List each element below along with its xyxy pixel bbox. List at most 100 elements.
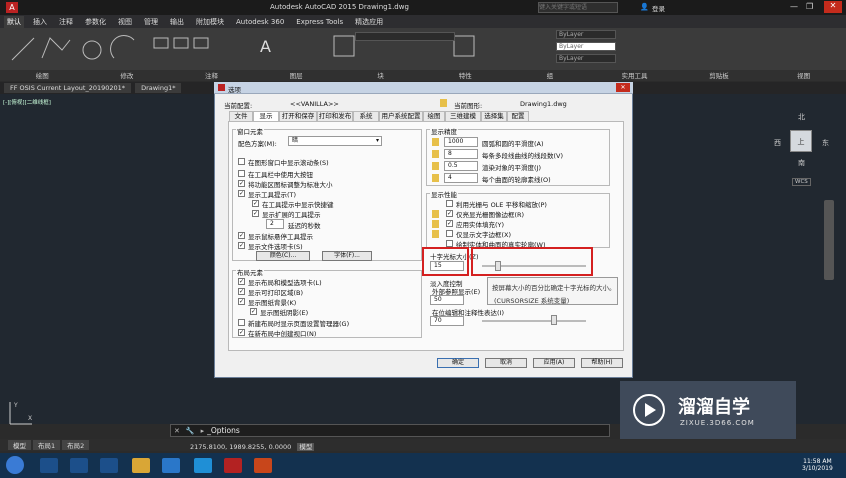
viewcube-north[interactable]: 北 bbox=[798, 112, 805, 122]
ribbon-tab[interactable]: 精选应用 bbox=[352, 16, 386, 28]
panel-title-layers[interactable]: 图层 bbox=[254, 70, 339, 81]
panel-title-clipboard[interactable]: 剪贴板 bbox=[677, 70, 762, 81]
command-line[interactable]: ✕ 🔧 ▸ _Options bbox=[170, 424, 610, 437]
sticky-notes-icon[interactable] bbox=[100, 458, 118, 473]
checkbox[interactable]: ✓ bbox=[238, 190, 245, 197]
dialog-title-bar[interactable]: 选项 ✕ bbox=[214, 82, 633, 94]
ribbon-tab[interactable]: 输出 bbox=[167, 16, 187, 28]
tab-profiles[interactable]: 配置 bbox=[507, 111, 529, 121]
viewcube-west[interactable]: 西 bbox=[774, 138, 781, 148]
ribbon-tab[interactable]: 附加模块 bbox=[193, 16, 227, 28]
tab-selection[interactable]: 选择集 bbox=[481, 111, 507, 121]
clock[interactable]: 11:58 AM 3/10/2019 bbox=[802, 458, 833, 472]
panel-title-view[interactable]: 视图 bbox=[761, 70, 846, 81]
firefox-icon[interactable] bbox=[70, 458, 88, 473]
viewcube-south[interactable]: 南 bbox=[798, 158, 805, 168]
dialog-close-icon[interactable]: ✕ bbox=[616, 83, 630, 92]
panel-title-modify[interactable]: 修改 bbox=[85, 70, 170, 81]
ribbon-tab[interactable]: Express Tools bbox=[293, 17, 346, 27]
checkbox[interactable]: ✓ bbox=[238, 278, 245, 285]
model-space-button[interactable]: 模型 bbox=[297, 443, 315, 451]
color-scheme-select[interactable]: 暗 ▾ bbox=[288, 136, 382, 146]
viewcube-east[interactable]: 东 bbox=[822, 138, 829, 148]
autocad-taskbar-icon[interactable] bbox=[224, 458, 242, 473]
panel-title-properties[interactable]: 特性 bbox=[423, 70, 508, 81]
tab-open-save[interactable]: 打开和保存 bbox=[279, 111, 317, 121]
checkbox[interactable] bbox=[446, 200, 453, 207]
layer-dropdown[interactable] bbox=[355, 32, 455, 41]
close-icon[interactable]: ✕ bbox=[824, 1, 842, 13]
checkbox[interactable]: ✓ bbox=[250, 308, 257, 315]
viewcube[interactable]: 北 西 东 上 南 WCS bbox=[772, 112, 832, 186]
skype-icon[interactable] bbox=[194, 458, 212, 473]
tab-files[interactable]: 文件 bbox=[229, 111, 253, 121]
panel-title-block[interactable]: 块 bbox=[338, 70, 423, 81]
checkbox[interactable]: ✓ bbox=[238, 180, 245, 187]
ribbon-tab[interactable]: Autodesk 360 bbox=[233, 17, 287, 27]
tab-drafting[interactable]: 绘图 bbox=[423, 111, 445, 121]
file-tab[interactable]: Drawing1* bbox=[135, 83, 182, 93]
checkbox[interactable]: ✓ bbox=[446, 210, 453, 217]
internet-explorer-icon[interactable] bbox=[162, 458, 180, 473]
inplace-fade-input[interactable]: 70 bbox=[430, 316, 464, 326]
linetype-dropdown[interactable]: ByLayer bbox=[556, 42, 616, 51]
tab-3d-modeling[interactable]: 三维建模 bbox=[445, 111, 481, 121]
media-player-icon[interactable] bbox=[40, 458, 58, 473]
color-dropdown[interactable]: ByLayer bbox=[556, 30, 616, 39]
panel-title-draw[interactable]: 绘图 bbox=[0, 70, 85, 81]
lineweight-dropdown[interactable]: ByLayer bbox=[556, 54, 616, 63]
contour-lines-input[interactable]: 4 bbox=[444, 173, 478, 183]
close-icon[interactable]: ✕ bbox=[171, 427, 183, 435]
file-tab[interactable]: FF OSIS Current Layout_20190201* bbox=[4, 83, 132, 93]
tab-display[interactable]: 显示 bbox=[253, 111, 279, 121]
ribbon-tab[interactable]: 默认 bbox=[4, 15, 24, 28]
inplace-fade-slider-thumb[interactable] bbox=[551, 315, 557, 325]
fonts-button[interactable]: 字体(F)... bbox=[322, 251, 372, 261]
arc-smoothness-input[interactable]: 1000 bbox=[444, 137, 478, 147]
viewcube-top-face[interactable]: 上 bbox=[790, 130, 812, 152]
ribbon-tab[interactable]: 管理 bbox=[141, 16, 161, 28]
start-button-icon[interactable] bbox=[6, 456, 24, 474]
panel-title-annotation[interactable]: 注释 bbox=[169, 70, 254, 81]
restore-icon[interactable]: ❐ bbox=[806, 2, 813, 11]
wrench-icon[interactable]: 🔧 bbox=[183, 427, 198, 435]
layout-tab-model[interactable]: 模型 bbox=[8, 440, 31, 450]
checkbox[interactable]: ✓ bbox=[238, 288, 245, 295]
tab-user-preferences[interactable]: 用户系统配置 bbox=[379, 111, 423, 121]
viewport-label[interactable]: [-][俯视][二维线框] bbox=[3, 98, 51, 106]
checkbox[interactable]: ✓ bbox=[238, 329, 245, 336]
ok-button[interactable]: 确定 bbox=[437, 358, 479, 368]
wcs-menu[interactable]: WCS bbox=[792, 178, 811, 186]
checkbox[interactable]: ✓ bbox=[252, 210, 259, 217]
panel-title-utilities[interactable]: 实用工具 bbox=[592, 70, 677, 81]
ribbon-tab[interactable]: 插入 bbox=[30, 16, 50, 28]
xref-fade-input[interactable]: 50 bbox=[430, 295, 464, 305]
checkbox[interactable] bbox=[238, 170, 245, 177]
ribbon-tab[interactable]: 注释 bbox=[56, 16, 76, 28]
checkbox[interactable]: ✓ bbox=[238, 232, 245, 239]
checkbox[interactable]: ✓ bbox=[252, 200, 259, 207]
layout-tab[interactable]: 布局1 bbox=[33, 440, 61, 450]
tab-plot-publish[interactable]: 打印和发布 bbox=[317, 111, 353, 121]
apply-button[interactable]: 应用(A) bbox=[533, 358, 575, 368]
cancel-button[interactable]: 取消 bbox=[485, 358, 527, 368]
checkbox[interactable]: ✓ bbox=[446, 220, 453, 227]
checkbox[interactable] bbox=[238, 319, 245, 326]
polyline-segments-input[interactable]: 8 bbox=[444, 149, 478, 159]
checkbox[interactable] bbox=[446, 230, 453, 237]
render-smoothness-input[interactable]: 0.5 bbox=[444, 161, 478, 171]
colors-button[interactable]: 颜色(C)... bbox=[256, 251, 310, 261]
inplace-fade-slider-track[interactable] bbox=[482, 320, 586, 322]
checkbox[interactable]: ✓ bbox=[238, 242, 245, 249]
user-icon[interactable]: 👤 bbox=[640, 3, 649, 11]
navigation-bar[interactable] bbox=[824, 200, 834, 280]
command-text[interactable]: _Options bbox=[207, 426, 240, 435]
autocad-logo-icon[interactable]: A bbox=[6, 2, 18, 13]
panel-title-groups[interactable]: 组 bbox=[508, 70, 593, 81]
search-input[interactable] bbox=[538, 2, 618, 13]
checkbox[interactable]: ✓ bbox=[238, 298, 245, 305]
tab-system[interactable]: 系统 bbox=[353, 111, 379, 121]
sign-in-label[interactable]: 登录 bbox=[652, 3, 665, 13]
help-button[interactable]: 帮助(H) bbox=[581, 358, 623, 368]
powerpoint-icon[interactable] bbox=[254, 458, 272, 473]
